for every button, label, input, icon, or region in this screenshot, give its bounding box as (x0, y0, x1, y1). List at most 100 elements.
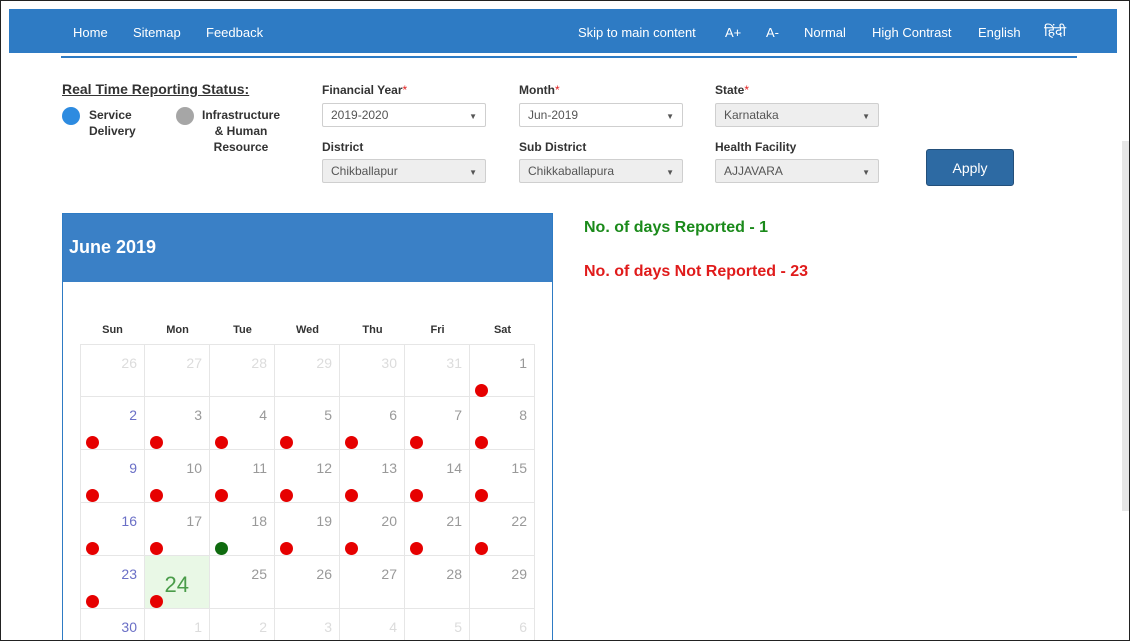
weekday-header: Tue (233, 324, 252, 336)
not-reported-dot-icon (410, 489, 423, 502)
skip-to-main-link[interactable]: Skip to main content (578, 25, 696, 40)
chevron-down-icon: ▼ (666, 168, 674, 177)
calendar-day-cell[interactable]: 7 (405, 397, 470, 450)
state-label: State* (715, 83, 750, 97)
infrastructure-radio[interactable] (176, 107, 194, 125)
calendar-day-cell[interactable]: 30 (340, 344, 405, 397)
calendar-day-cell[interactable]: 3 (145, 397, 210, 450)
sub-district-select[interactable]: Chikkaballapura ▼ (519, 159, 683, 183)
calendar-day-cell[interactable]: 15 (470, 450, 535, 503)
not-reported-dot-icon (475, 436, 488, 449)
calendar-day-cell[interactable]: 29 (275, 344, 340, 397)
calendar-day-number: 25 (251, 566, 267, 582)
calendar-day-cell[interactable]: 30 (80, 609, 145, 640)
calendar-day-cell[interactable]: 26 (80, 344, 145, 397)
calendar-day-cell[interactable]: 10 (145, 450, 210, 503)
calendar-day-number: 31 (446, 355, 462, 371)
calendar-day-cell[interactable]: 6 (470, 609, 535, 640)
days-not-reported-text: No. of days Not Reported - 23 (584, 263, 809, 280)
apply-button[interactable]: Apply (926, 149, 1014, 186)
chevron-down-icon: ▼ (469, 168, 477, 177)
high-contrast-link[interactable]: High Contrast (872, 25, 951, 40)
calendar-header: June 2019 (63, 214, 552, 282)
weekday-header: Mon (166, 324, 189, 336)
not-reported-dot-icon (345, 542, 358, 555)
calendar-day-number: 3 (324, 619, 332, 635)
calendar-day-cell[interactable]: 4 (210, 397, 275, 450)
calendar-day-number: 28 (446, 566, 462, 582)
nav-sitemap-link[interactable]: Sitemap (133, 25, 181, 40)
hindi-link[interactable]: हिंदी (1044, 22, 1066, 41)
calendar-day-cell[interactable]: 4 (340, 609, 405, 640)
calendar-day-cell[interactable]: 13 (340, 450, 405, 503)
calendar-month-title: June 2019 (69, 237, 157, 257)
calendar-day-cell[interactable]: 21 (405, 503, 470, 556)
calendar-day-number: 4 (259, 407, 267, 423)
not-reported-dot-icon (345, 436, 358, 449)
not-reported-dot-icon (410, 436, 423, 449)
calendar-day-cell[interactable]: 3 (275, 609, 340, 640)
calendar-day-cell[interactable]: 16 (80, 503, 145, 556)
health-facility-select[interactable]: AJJAVARA ▼ (715, 159, 879, 183)
normal-contrast-link[interactable]: Normal (804, 25, 846, 40)
calendar-day-number: 1 (194, 619, 202, 635)
calendar-day-cell[interactable]: 27 (340, 556, 405, 609)
not-reported-dot-icon (475, 542, 488, 555)
calendar-day-cell[interactable]: 2 (80, 397, 145, 450)
not-reported-dot-icon (280, 436, 293, 449)
calendar-day-cell[interactable]: 1 (145, 609, 210, 640)
calendar-day-cell[interactable]: 17 (145, 503, 210, 556)
not-reported-dot-icon (410, 542, 423, 555)
not-reported-dot-icon (150, 542, 163, 555)
page-scrollbar[interactable] (1122, 141, 1129, 511)
calendar-day-cell[interactable]: 12 (275, 450, 340, 503)
calendar-day-cell[interactable]: 24 (145, 556, 210, 609)
calendar-day-cell[interactable]: 29 (470, 556, 535, 609)
calendar-day-number: 27 (186, 355, 202, 371)
calendar-panel: June 2019 26 27 28 29 30 31 1 2 3 4 5 6 7 8 9 10 11 12 13 1… (62, 213, 553, 640)
calendar-day-cell[interactable]: 20 (340, 503, 405, 556)
calendar-day-cell[interactable]: 18 (210, 503, 275, 556)
calendar-day-cell[interactable]: 25 (210, 556, 275, 609)
calendar-day-cell[interactable]: 26 (275, 556, 340, 609)
calendar-day-number: 16 (121, 513, 137, 529)
font-decrease-link[interactable]: A- (766, 25, 779, 40)
calendar-day-cell[interactable]: 28 (405, 556, 470, 609)
calendar-day-cell[interactable]: 19 (275, 503, 340, 556)
calendar-day-cell[interactable]: 2 (210, 609, 275, 640)
chevron-down-icon: ▼ (862, 168, 870, 177)
calendar-day-number: 4 (389, 619, 397, 635)
calendar-day-cell[interactable]: 9 (80, 450, 145, 503)
calendar-day-cell[interactable]: 27 (145, 344, 210, 397)
calendar-day-cell[interactable]: 14 (405, 450, 470, 503)
financial-year-select[interactable]: 2019-2020 ▼ (322, 103, 486, 127)
calendar-day-cell[interactable]: 6 (340, 397, 405, 450)
calendar-day-cell[interactable]: 28 (210, 344, 275, 397)
reported-dot-icon (215, 542, 228, 555)
weekday-header: Thu (362, 324, 383, 336)
state-select[interactable]: Karnataka ▼ (715, 103, 879, 127)
calendar-day-number: 26 (121, 355, 137, 371)
service-delivery-radio[interactable] (62, 107, 80, 125)
calendar-day-cell[interactable]: 11 (210, 450, 275, 503)
calendar-day-number: 2 (129, 407, 137, 423)
top-nav-bar: Home Sitemap Feedback Skip to main conte… (9, 9, 1117, 53)
calendar-day-cell[interactable]: 5 (275, 397, 340, 450)
calendar-day-cell[interactable]: 1 (470, 344, 535, 397)
nav-home-link[interactable]: Home (73, 25, 108, 40)
calendar-day-number: 11 (252, 460, 267, 476)
district-select[interactable]: Chikballapur ▼ (322, 159, 486, 183)
not-reported-dot-icon (86, 595, 99, 608)
not-reported-dot-icon (150, 436, 163, 449)
calendar-day-cell[interactable]: 31 (405, 344, 470, 397)
calendar-day-cell[interactable]: 23 (80, 556, 145, 609)
month-select[interactable]: Jun-2019 ▼ (519, 103, 683, 127)
nav-feedback-link[interactable]: Feedback (206, 25, 263, 40)
calendar-day-cell[interactable]: 5 (405, 609, 470, 640)
calendar-day-number: 19 (316, 513, 332, 529)
calendar-day-cell[interactable]: 8 (470, 397, 535, 450)
font-increase-link[interactable]: A+ (725, 25, 741, 40)
english-link[interactable]: English (978, 25, 1021, 40)
calendar-day-cell[interactable]: 22 (470, 503, 535, 556)
not-reported-dot-icon (150, 489, 163, 502)
